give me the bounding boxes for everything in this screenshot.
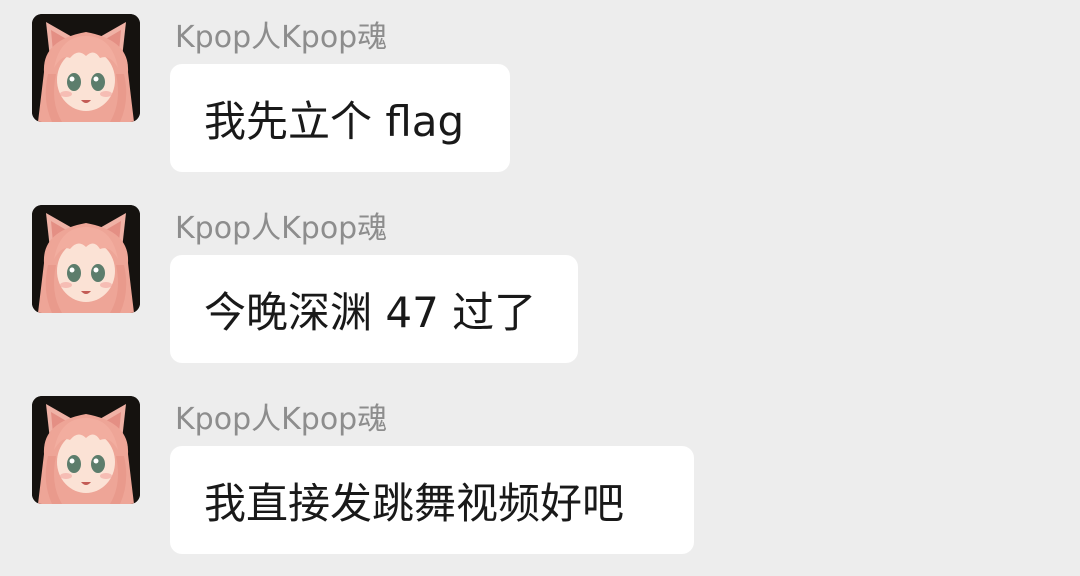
sender-name: Kpop人Kpop魂 <box>175 211 388 246</box>
chat-message-list: Kpop人Kpop魂 我先立个 flag Kpop人Kpop魂 今晚深渊 47 … <box>0 0 1080 575</box>
message-text: 我直接发跳舞视频好吧 <box>204 478 625 528</box>
anime-girl-avatar-icon[interactable] <box>32 396 140 504</box>
sender-name: Kpop人Kpop魂 <box>175 20 388 55</box>
message-text: 我先立个 flag <box>204 96 465 146</box>
chat-message: Kpop人Kpop魂 我先立个 flag <box>0 14 1080 194</box>
message-bubble[interactable]: 今晚深渊 47 过了 <box>170 255 578 363</box>
message-text: 今晚深渊 47 过了 <box>204 287 537 337</box>
chat-message: Kpop人Kpop魂 我直接发跳舞视频好吧 <box>0 396 1080 576</box>
sender-name: Kpop人Kpop魂 <box>175 402 388 437</box>
message-bubble[interactable]: 我先立个 flag <box>170 64 510 172</box>
anime-girl-avatar-icon[interactable] <box>32 14 140 122</box>
message-bubble[interactable]: 我直接发跳舞视频好吧 <box>170 446 694 554</box>
chat-message: Kpop人Kpop魂 今晚深渊 47 过了 <box>0 205 1080 385</box>
anime-girl-avatar-icon[interactable] <box>32 205 140 313</box>
